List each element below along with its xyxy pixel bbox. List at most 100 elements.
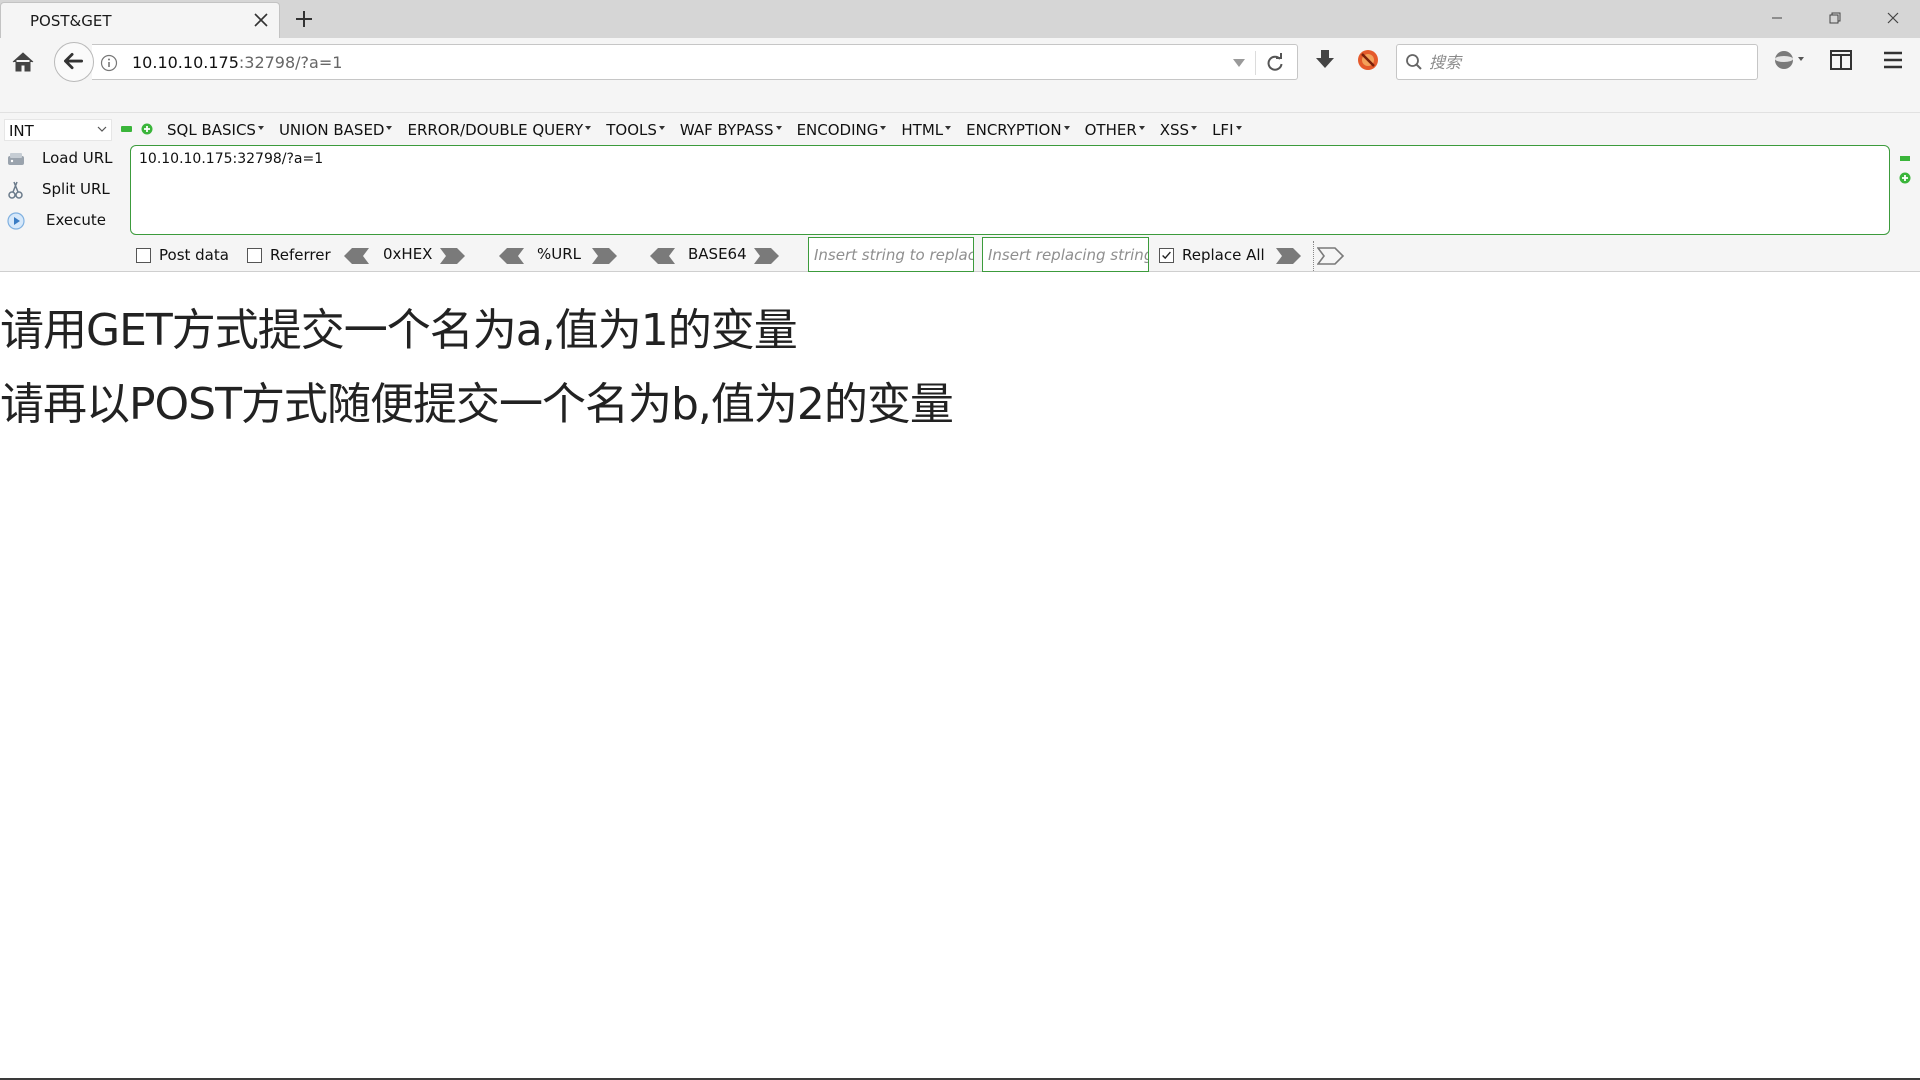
chevron-down-icon	[97, 126, 107, 132]
menu-label: ERROR/DOUBLE QUERY	[407, 121, 584, 139]
blocker-extension-icon[interactable]	[1356, 48, 1380, 72]
menu-sql-basics[interactable]: SQL BASICS	[167, 120, 264, 140]
window-close-icon[interactable]	[1870, 4, 1916, 32]
referrer-checkbox[interactable]: Referrer	[247, 245, 331, 265]
menu-label: TOOLS	[606, 121, 657, 139]
referrer-checkbox-box[interactable]	[247, 247, 262, 263]
back-arrow-icon	[64, 52, 84, 70]
menu-xss[interactable]: XSS	[1159, 120, 1198, 140]
menu-label: WAF BYPASS	[679, 121, 774, 139]
menu-label: ENCRYPTION	[966, 121, 1062, 139]
menu-error-double-query[interactable]: ERROR/DOUBLE QUERY	[407, 120, 592, 140]
reload-icon[interactable]	[1264, 52, 1286, 74]
url-text[interactable]: 10.10.10.175:32798/?a=1	[132, 53, 342, 72]
url-host: 10.10.10.175	[132, 53, 239, 72]
replace-all-checkbox-box[interactable]	[1159, 247, 1174, 263]
replace-all-checkbox[interactable]: Replace All	[1159, 245, 1265, 265]
url-path: :32798/?a=1	[238, 53, 343, 72]
base64-decode-arrow-icon[interactable]	[648, 247, 676, 265]
search-icon	[1406, 54, 1422, 70]
caret-icon	[658, 126, 665, 130]
split-url-button[interactable]: Split URL	[6, 178, 116, 202]
url-bar[interactable]: 10.10.10.175:32798/?a=1	[92, 44, 1298, 80]
toolbar-separator	[1313, 241, 1314, 271]
expand-icon[interactable]	[141, 123, 153, 135]
base64-label: BASE64	[688, 245, 747, 263]
textarea-expand-icon[interactable]	[1899, 172, 1911, 184]
home-icon[interactable]	[10, 49, 36, 75]
navigation-toolbar: 10.10.10.175:32798/?a=1	[0, 38, 1920, 112]
menu-label: UNION BASED	[278, 121, 385, 139]
sidebar-icon[interactable]	[1830, 50, 1852, 70]
hex-encode-arrow-icon[interactable]	[439, 247, 467, 265]
split-url-label: Split URL	[42, 180, 110, 198]
menu-label: HTML	[901, 121, 944, 139]
menu-encoding[interactable]: ENCODING	[797, 120, 887, 140]
type-select-value: INT	[9, 122, 34, 140]
menu-label: OTHER	[1084, 121, 1137, 139]
instruction-get: 请用GET方式提交一个名为a,值为1的变量	[0, 305, 798, 356]
replace-run-arrow-icon[interactable]	[1275, 247, 1303, 265]
execute-button[interactable]: Execute	[6, 209, 116, 233]
post-data-checkbox-box[interactable]	[136, 247, 151, 263]
caret-icon	[775, 126, 782, 130]
search-input[interactable]	[1429, 51, 1749, 73]
minimize-icon[interactable]	[1754, 4, 1800, 32]
type-select[interactable]: INT	[4, 119, 112, 141]
tab-title: POST&GET	[30, 12, 112, 30]
caret-icon	[585, 126, 592, 130]
menu-waf-bypass[interactable]: WAF BYPASS	[680, 120, 782, 140]
url-encode-arrow-icon[interactable]	[591, 247, 619, 265]
url-decode-arrow-icon[interactable]	[497, 247, 525, 265]
menu-union-based[interactable]: UNION BASED	[279, 120, 393, 140]
close-tab-icon[interactable]	[251, 10, 271, 30]
shrink-icon[interactable]	[121, 126, 132, 132]
menu-label: LFI	[1212, 121, 1234, 139]
replace-next-arrow-icon[interactable]	[1317, 247, 1345, 265]
load-url-label: Load URL	[42, 149, 113, 167]
url-history-dropdown-icon[interactable]	[1232, 57, 1246, 69]
menu-lfi[interactable]: LFI	[1212, 120, 1242, 140]
menu-label: ENCODING	[796, 121, 879, 139]
tab-post-get[interactable]: POST&GET	[0, 2, 280, 38]
caret-icon	[386, 126, 393, 130]
referrer-label: Referrer	[270, 246, 331, 264]
download-icon[interactable]	[1312, 47, 1338, 73]
menu-other[interactable]: OTHER	[1085, 120, 1145, 140]
restore-icon[interactable]	[1812, 4, 1858, 32]
menu-tools[interactable]: TOOLS	[606, 120, 665, 140]
caret-icon	[1063, 126, 1070, 130]
menu-label: SQL BASICS	[167, 121, 256, 139]
load-url-button[interactable]: Load URL	[6, 147, 116, 171]
hackbar-menu-bar: SQL BASICS UNION BASED ERROR/DOUBLE QUER…	[167, 120, 1257, 140]
caret-icon	[1235, 126, 1242, 130]
menu-label: XSS	[1159, 121, 1190, 139]
tab-strip: POST&GET	[0, 0, 1920, 38]
hackbar-url-textarea[interactable]: 10.10.10.175:32798/?a=1	[130, 145, 1890, 235]
post-data-checkbox[interactable]: Post data	[136, 245, 229, 265]
menu-html[interactable]: HTML	[901, 120, 952, 140]
hackbar-panel: INT SQL BASICS UNION BASED ERROR/DOUBLE …	[0, 112, 1920, 272]
caret-icon	[945, 126, 952, 130]
execute-label: Execute	[46, 211, 106, 229]
hackbar-toggle-icon[interactable]	[1772, 48, 1808, 72]
replace-from-input[interactable]	[808, 237, 974, 272]
menu-encryption[interactable]: ENCRYPTION	[966, 120, 1070, 140]
info-icon[interactable]	[100, 54, 118, 72]
split-url-icon	[8, 181, 23, 199]
caret-icon	[1191, 126, 1198, 130]
page-content: 请用GET方式提交一个名为a,值为1的变量 请再以POST方式随便提交一个名为b…	[0, 272, 1920, 1078]
hex-label: 0xHEX	[383, 245, 433, 263]
hamburger-menu-icon[interactable]	[1882, 49, 1904, 71]
new-tab-icon[interactable]	[292, 7, 316, 31]
base64-encode-arrow-icon[interactable]	[753, 247, 781, 265]
caret-icon	[880, 126, 887, 130]
replace-to-input[interactable]	[982, 237, 1149, 272]
replace-all-label: Replace All	[1182, 246, 1265, 264]
back-button[interactable]	[54, 42, 94, 82]
caret-icon	[1138, 126, 1145, 130]
hex-decode-arrow-icon[interactable]	[342, 247, 370, 265]
textarea-shrink-icon[interactable]	[1900, 156, 1910, 161]
search-bar[interactable]	[1396, 44, 1758, 80]
execute-icon	[7, 212, 25, 230]
